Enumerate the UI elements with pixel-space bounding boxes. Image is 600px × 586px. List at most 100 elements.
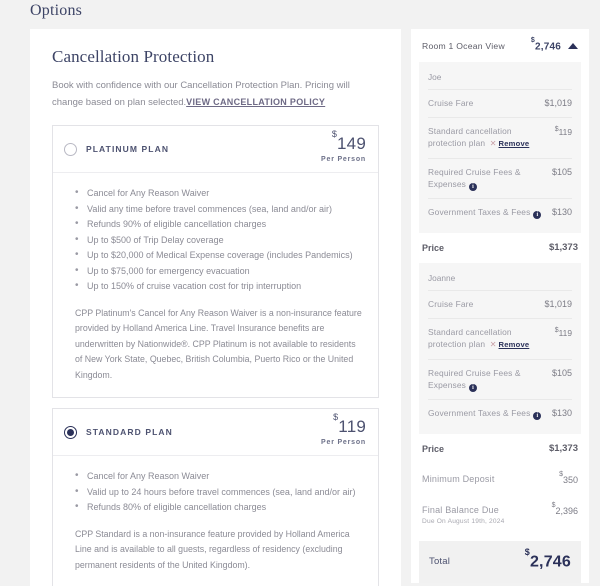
- amount: 2,746: [529, 553, 571, 571]
- charge-label: Cruise Fare: [428, 98, 474, 109]
- info-icon[interactable]: i: [533, 211, 542, 220]
- remove-plan-link[interactable]: Remove: [499, 139, 530, 148]
- radio-standard-plan[interactable]: [64, 425, 77, 439]
- charge-value: $1,019: [544, 98, 572, 109]
- minimum-deposit-row: Minimum Deposit $350: [411, 464, 589, 495]
- plan-label-standard: STANDARD PLAN: [86, 427, 173, 437]
- charge-value: $130: [551, 207, 572, 218]
- price-value: $1,373: [548, 242, 578, 254]
- plan-header-standard[interactable]: STANDARD PLAN $119 Per Person: [53, 409, 378, 456]
- room-total-value: 2,746: [534, 41, 561, 53]
- plan-benefits-standard: Cancel for Any Reason Waiver Valid up to…: [75, 468, 362, 516]
- charge-value: $119: [555, 125, 572, 137]
- plan-option-standard[interactable]: STANDARD PLAN $119 Per Person Cancel for…: [52, 408, 379, 586]
- plan-disclaimer-standard: CPP Standard is a non-insurance feature …: [75, 528, 350, 570]
- final-balance-label: Final Balance Due: [422, 505, 499, 516]
- plan-header-platinum[interactable]: PLATINUM PLAN $149 Per Person: [53, 126, 378, 173]
- charge-row-cruise-fare: Cruise Fare $1,019: [428, 89, 572, 117]
- currency-symbol: $: [530, 36, 535, 44]
- price-summary-rail: Room 1 Ocean View $2,746 Joe Cruise Fare…: [411, 29, 589, 586]
- charge-label: Cruise Fare: [428, 299, 474, 310]
- room-label: Room 1 Ocean View: [422, 41, 505, 52]
- plan-price-platinum: $149 Per Person: [321, 130, 366, 163]
- charge-row-taxes-fees: Government Taxes & Fees i $130: [428, 399, 572, 427]
- price-unit: Per Person: [321, 439, 366, 446]
- list-item: Up to $20,000 of Medical Expense coverag…: [75, 247, 362, 264]
- guest-block-joanne: Joanne Cruise Fare $1,019 Standard cance…: [419, 263, 581, 435]
- info-icon[interactable]: i: [468, 384, 477, 393]
- guest-name: Joanne: [428, 273, 456, 284]
- currency-symbol: $: [524, 547, 530, 558]
- price-label: Price: [422, 443, 445, 454]
- room-total: $2,746: [530, 36, 561, 53]
- charge-amount: 119: [558, 126, 572, 137]
- charge-row-cancellation-plan: Standard cancellation protection plan ✕ R…: [428, 116, 572, 158]
- guest-price-row-joanne: Price $1,373: [411, 434, 589, 464]
- view-cancellation-policy-link[interactable]: VIEW CANCELLATION POLICY: [186, 97, 325, 107]
- charge-row-cancellation-plan: Standard cancellation protection plan ✕ R…: [428, 317, 572, 359]
- price-value: 119: [338, 417, 366, 436]
- room-header[interactable]: Room 1 Ocean View $2,746: [411, 29, 589, 62]
- page-title: Options: [30, 2, 83, 19]
- intro-text: Book with confidence with our Cancellati…: [52, 78, 379, 111]
- info-icon[interactable]: i: [533, 412, 542, 421]
- charge-value: $130: [551, 408, 572, 419]
- final-balance-row: Final Balance Due Due On August 19th, 20…: [411, 495, 589, 535]
- list-item: Up to $500 of Trip Delay coverage: [75, 232, 362, 249]
- radio-platinum-plan[interactable]: [64, 142, 77, 156]
- plan-details-standard: Cancel for Any Reason Waiver Valid up to…: [53, 456, 378, 586]
- charge-value: $1,019: [544, 299, 572, 310]
- charge-row-cruise-fees: Required Cruise Fees & Expenses i $105: [428, 358, 572, 400]
- charge-value: $105: [551, 166, 572, 177]
- minimum-deposit-value: $350: [559, 471, 578, 486]
- caret-up-icon[interactable]: [568, 43, 578, 50]
- minimum-deposit-label: Minimum Deposit: [422, 474, 495, 485]
- amount: 350: [562, 475, 578, 486]
- remove-plan-link[interactable]: Remove: [499, 340, 530, 349]
- plan-option-platinum[interactable]: PLATINUM PLAN $149 Per Person Cancel for…: [52, 125, 379, 398]
- room-summary-card: Room 1 Ocean View $2,746 Joe Cruise Fare…: [411, 29, 589, 583]
- list-item: Up to $75,000 for emergency evacuation: [75, 263, 362, 280]
- price-label: Price: [422, 242, 445, 253]
- guest-block-joe: Joe Cruise Fare $1,019 Standard cancella…: [419, 62, 581, 234]
- list-item: Up to 150% of cruise vacation cost for t…: [75, 278, 362, 295]
- guest-name: Joe: [428, 72, 442, 83]
- charge-label: Government Taxes & Fees: [428, 207, 531, 218]
- guest-price-row-joe: Price $1,373: [411, 233, 589, 263]
- options-page: Options Cancellation Protection Book wit…: [0, 0, 600, 586]
- total-label: Total: [429, 556, 451, 568]
- currency-symbol: $: [331, 129, 338, 140]
- amount: 2,396: [555, 506, 578, 517]
- total-row: Total $2,746: [419, 541, 581, 583]
- charge-label: Government Taxes & Fees: [428, 408, 531, 419]
- list-item: Refunds 80% of eligible cancellation cha…: [75, 499, 362, 516]
- list-item: Cancel for Any Reason Waiver: [75, 185, 362, 202]
- charge-row-taxes-fees: Government Taxes & Fees i $130: [428, 198, 572, 226]
- final-balance-value: $2,396: [551, 502, 578, 517]
- plan-label-platinum: PLATINUM PLAN: [86, 144, 170, 154]
- charge-row-cruise-fare: Cruise Fare $1,019: [428, 290, 572, 318]
- total-value: $2,746: [525, 547, 571, 571]
- currency-symbol: $: [559, 471, 563, 479]
- plan-price-standard: $119 Per Person: [321, 413, 366, 446]
- list-item: Valid any time before travel commences (…: [75, 201, 362, 218]
- price-unit: Per Person: [321, 156, 366, 163]
- price-value: $1,373: [548, 443, 578, 455]
- list-item: Cancel for Any Reason Waiver: [75, 468, 362, 485]
- charge-value: $105: [551, 367, 572, 378]
- cancellation-protection-card: Cancellation Protection Book with confid…: [30, 29, 401, 586]
- plan-benefits-platinum: Cancel for Any Reason Waiver Valid any t…: [75, 185, 362, 295]
- close-icon[interactable]: ✕: [490, 340, 497, 349]
- section-title: Cancellation Protection: [52, 47, 215, 66]
- final-balance-due-date: Due On August 19th, 2024: [422, 518, 505, 526]
- currency-symbol: $: [333, 412, 339, 423]
- charge-value: $119: [555, 326, 572, 338]
- charge-amount: 119: [558, 327, 572, 338]
- list-item: Refunds 90% of eligible cancellation cha…: [75, 216, 362, 233]
- close-icon[interactable]: ✕: [490, 139, 497, 148]
- charge-row-cruise-fees: Required Cruise Fees & Expenses i $105: [428, 157, 572, 199]
- info-icon[interactable]: i: [468, 183, 477, 192]
- plan-disclaimer-platinum: CPP Platinum's Cancel for Any Reason Wai…: [75, 307, 362, 380]
- currency-symbol: $: [551, 502, 556, 510]
- price-value: 149: [337, 134, 366, 153]
